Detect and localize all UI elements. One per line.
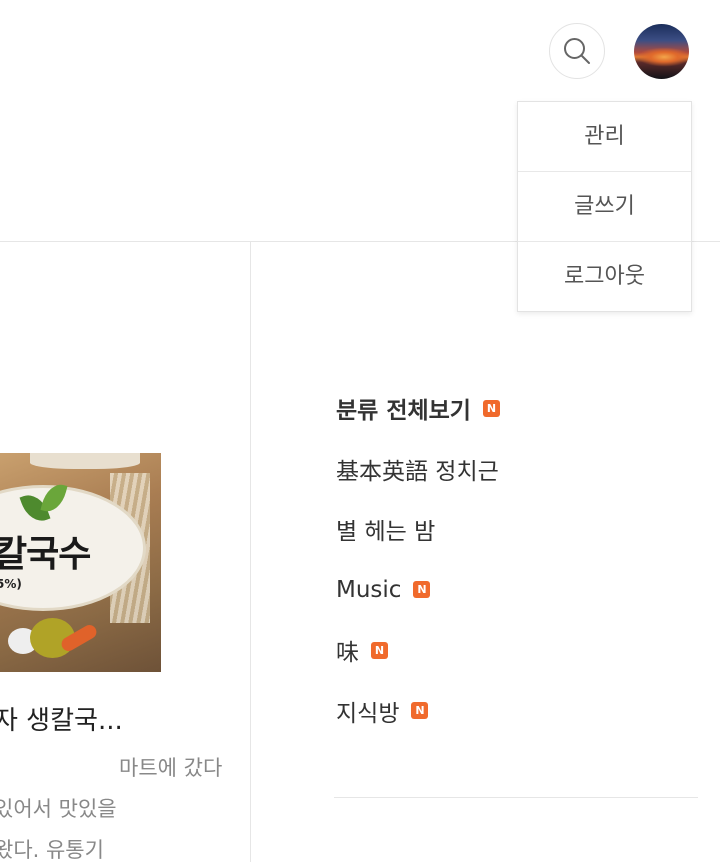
category-item-night[interactable]: 별 헤는 밤	[336, 499, 500, 560]
post-excerpt: 마트에 갔다 있어서 맛있을 왔다. 유통기	[0, 752, 250, 862]
post-title[interactable]: 자 생칼국...	[0, 700, 250, 737]
page: 관리 글쓰기 로그아웃 칼국수 5%) 자 생칼국... 마트에 갔다 있어서 …	[0, 0, 720, 862]
post-thumbnail[interactable]: 칼국수 5%)	[0, 453, 161, 672]
category-item-music[interactable]: Music N	[336, 560, 500, 621]
excerpt-line: 있어서 맛있을	[0, 797, 117, 821]
category-list: 분류 전체보기 N 基本英語 정치근 별 헤는 밤 Music N 味 N 지식…	[336, 378, 500, 741]
account-dropdown: 관리 글쓰기 로그아웃	[517, 101, 692, 312]
new-badge: N	[413, 581, 431, 599]
excerpt-line: 왔다. 유통기	[0, 838, 104, 862]
menu-item-logout[interactable]: 로그아웃	[518, 241, 691, 311]
column-divider	[250, 242, 251, 862]
search-button[interactable]	[549, 23, 605, 79]
category-label: 지식방	[336, 700, 400, 727]
menu-item-write[interactable]: 글쓰기	[518, 171, 691, 241]
excerpt-line: 마트에 갔다	[119, 756, 223, 780]
category-label: 味	[336, 640, 359, 667]
category-item-taste[interactable]: 味 N	[336, 620, 500, 681]
category-item-all[interactable]: 분류 전체보기 N	[336, 378, 500, 439]
new-badge: N	[411, 702, 429, 720]
search-icon	[564, 38, 590, 64]
category-label: 基本英語 정치근	[336, 458, 499, 485]
category-divider	[334, 797, 698, 798]
new-badge: N	[482, 399, 500, 417]
new-badge: N	[371, 641, 388, 659]
avatar[interactable]	[634, 24, 689, 79]
category-label: Music	[336, 576, 402, 603]
category-item-basic-english[interactable]: 基本英語 정치근	[336, 439, 500, 500]
category-label: 분류 전체보기	[336, 398, 471, 425]
menu-item-manage[interactable]: 관리	[518, 102, 691, 171]
category-item-knowledge[interactable]: 지식방 N	[336, 681, 500, 742]
category-label: 별 헤는 밤	[336, 519, 436, 546]
